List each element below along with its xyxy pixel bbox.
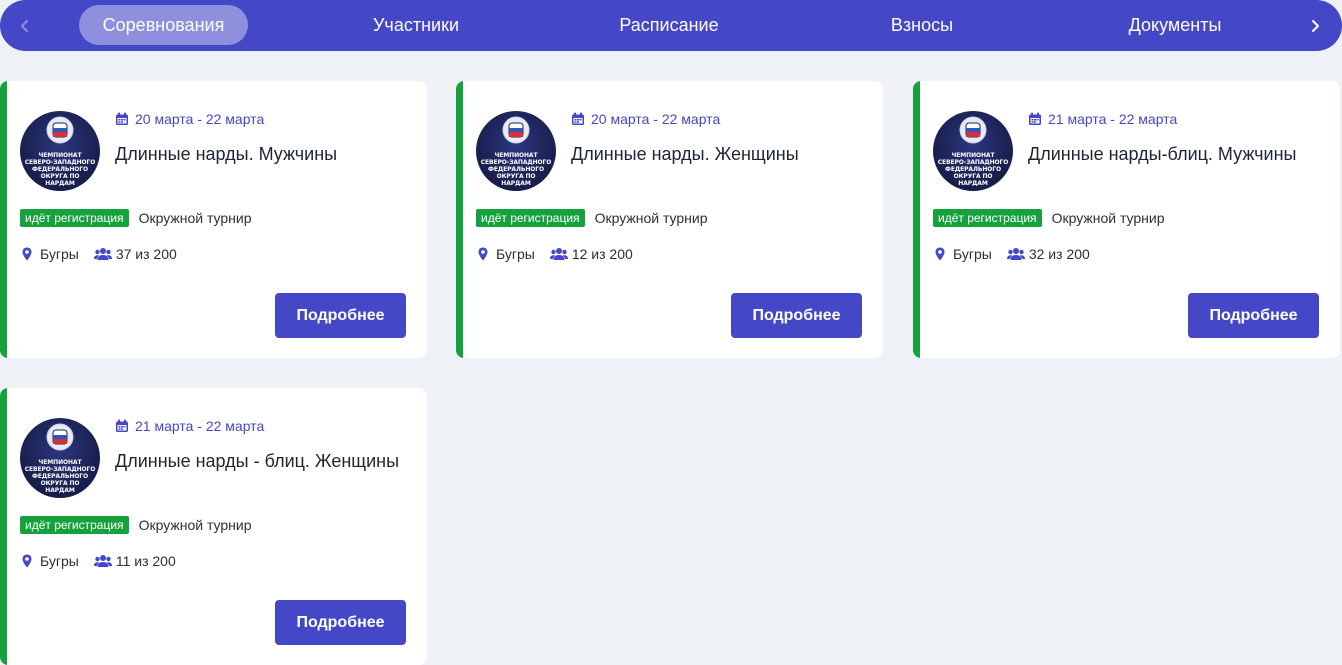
status-badge: идёт регистрация: [476, 209, 585, 227]
tab-schedule[interactable]: Расписание: [589, 5, 749, 45]
city-group: Бугры: [935, 246, 992, 262]
chevron-left-icon: [21, 19, 28, 32]
status-badge: идёт регистрация: [20, 209, 129, 227]
tournament-card: ЧЕМПИОНАТ СЕВЕРО-ЗАПАДНОГО ФЕДЕРАЛЬНОГО …: [456, 81, 883, 358]
tags-row: идёт регистрация Окружной турнир: [476, 209, 708, 227]
details-button[interactable]: Подробнее: [275, 600, 406, 645]
tournament-card: ЧЕМПИОНАТ СЕВЕРО-ЗАПАДНОГО ФЕДЕРАЛЬНОГО …: [0, 81, 427, 358]
emblem-icon: [959, 116, 987, 144]
city: Бугры: [40, 246, 79, 262]
participants-group: 32 из 200: [992, 246, 1090, 262]
details-button[interactable]: Подробнее: [1188, 293, 1319, 338]
details-button[interactable]: Подробнее: [275, 293, 406, 338]
tab-participants[interactable]: Участники: [336, 5, 496, 45]
tournament-title[interactable]: Длинные нарды-блиц. Мужчины: [1028, 143, 1318, 166]
tournament-title[interactable]: Длинные нарды. Мужчины: [115, 143, 405, 166]
event-dates: 21 марта - 22 марта: [1048, 111, 1178, 127]
card-status-accent: [913, 81, 920, 358]
tournament-title[interactable]: Длинные нарды. Женщины: [571, 143, 861, 166]
meta-row: Бугры 12 из 200: [478, 245, 633, 263]
location-pin-icon: [935, 247, 945, 261]
date-row: 21 марта - 22 марта: [1028, 111, 1177, 127]
emblem-icon: [46, 423, 74, 451]
location-pin-icon: [22, 554, 32, 568]
details-button[interactable]: Подробнее: [731, 293, 862, 338]
users-icon: [93, 555, 112, 567]
tournament-type: Окружной турнир: [138, 210, 252, 226]
tab-fees[interactable]: Взносы: [842, 5, 1002, 45]
tags-row: идёт регистрация Окружной турнир: [20, 516, 252, 534]
tournament-type: Окружной турнир: [1051, 210, 1165, 226]
meta-row: Бугры 32 из 200: [935, 245, 1090, 263]
tags-row: идёт регистрация Окружной турнир: [20, 209, 252, 227]
participants-group: 11 из 200: [79, 553, 176, 569]
tabs-prev-button[interactable]: [5, 0, 45, 51]
card-status-accent: [456, 81, 463, 358]
city: Бугры: [40, 553, 79, 569]
tags-row: идёт регистрация Окружной турнир: [933, 209, 1165, 227]
logo-caption: ЧЕМПИОНАТ СЕВЕРО-ЗАПАДНОГО ФЕДЕРАЛЬНОГО …: [24, 152, 96, 187]
tournament-logo: ЧЕМПИОНАТ СЕВЕРО-ЗАПАДНОГО ФЕДЕРАЛЬНОГО …: [476, 111, 556, 191]
users-icon: [93, 248, 112, 260]
calendar-icon: [116, 112, 128, 125]
tournament-title[interactable]: Длинные нарды - блиц. Женщины: [115, 450, 405, 473]
tab-documents[interactable]: Документы: [1095, 5, 1255, 45]
tournament-type: Окружной турнир: [594, 210, 708, 226]
participants-count: 32 из 200: [1028, 246, 1090, 262]
participants-count: 37 из 200: [115, 246, 177, 262]
date-row: 21 марта - 22 марта: [115, 418, 264, 434]
logo-caption: ЧЕМПИОНАТ СЕВЕРО-ЗАПАДНОГО ФЕДЕРАЛЬНОГО …: [24, 459, 96, 494]
date-row: 20 марта - 22 марта: [571, 111, 720, 127]
participants-group: 12 из 200: [535, 246, 633, 262]
event-dates: 20 марта - 22 марта: [135, 111, 265, 127]
chevron-right-icon: [1312, 19, 1319, 32]
emblem-icon: [502, 116, 530, 144]
tournament-logo: ЧЕМПИОНАТ СЕВЕРО-ЗАПАДНОГО ФЕДЕРАЛЬНОГО …: [20, 418, 100, 498]
city: Бугры: [953, 246, 992, 262]
city-group: Бугры: [22, 246, 79, 262]
tournament-logo: ЧЕМПИОНАТ СЕВЕРО-ЗАПАДНОГО ФЕДЕРАЛЬНОГО …: [20, 111, 100, 191]
calendar-icon: [1029, 112, 1041, 125]
calendar-icon: [116, 419, 128, 432]
calendar-icon: [572, 112, 584, 125]
emblem-icon: [46, 116, 74, 144]
status-badge: идёт регистрация: [933, 209, 1042, 227]
status-badge: идёт регистрация: [20, 516, 129, 534]
participants-count: 12 из 200: [571, 246, 633, 262]
participants-count: 11 из 200: [115, 553, 176, 569]
competition-tabbar: Соревнования Участники Расписание Взносы…: [0, 0, 1342, 51]
tournament-card: ЧЕМПИОНАТ СЕВЕРО-ЗАПАДНОГО ФЕДЕРАЛЬНОГО …: [913, 81, 1340, 358]
location-pin-icon: [478, 247, 488, 261]
users-icon: [549, 248, 568, 260]
event-dates: 20 марта - 22 марта: [591, 111, 721, 127]
tournament-type: Окружной турнир: [138, 517, 252, 533]
tournament-card: ЧЕМПИОНАТ СЕВЕРО-ЗАПАДНОГО ФЕДЕРАЛЬНОГО …: [0, 388, 427, 665]
meta-row: Бугры 11 из 200: [22, 552, 176, 570]
card-status-accent: [0, 81, 7, 358]
participants-group: 37 из 200: [79, 246, 177, 262]
city-group: Бугры: [22, 553, 79, 569]
meta-row: Бугры 37 из 200: [22, 245, 177, 263]
logo-caption: ЧЕМПИОНАТ СЕВЕРО-ЗАПАДНОГО ФЕДЕРАЛЬНОГО …: [480, 152, 552, 187]
location-pin-icon: [22, 247, 32, 261]
users-icon: [1006, 248, 1025, 260]
city-group: Бугры: [478, 246, 535, 262]
event-dates: 21 марта - 22 марта: [135, 418, 265, 434]
tournament-logo: ЧЕМПИОНАТ СЕВЕРО-ЗАПАДНОГО ФЕДЕРАЛЬНОГО …: [933, 111, 1013, 191]
tab-competitions[interactable]: Соревнования: [79, 5, 248, 45]
card-status-accent: [0, 388, 7, 665]
tabs-next-button[interactable]: [1295, 0, 1335, 51]
date-row: 20 марта - 22 марта: [115, 111, 264, 127]
city: Бугры: [496, 246, 535, 262]
logo-caption: ЧЕМПИОНАТ СЕВЕРО-ЗАПАДНОГО ФЕДЕРАЛЬНОГО …: [937, 152, 1009, 187]
